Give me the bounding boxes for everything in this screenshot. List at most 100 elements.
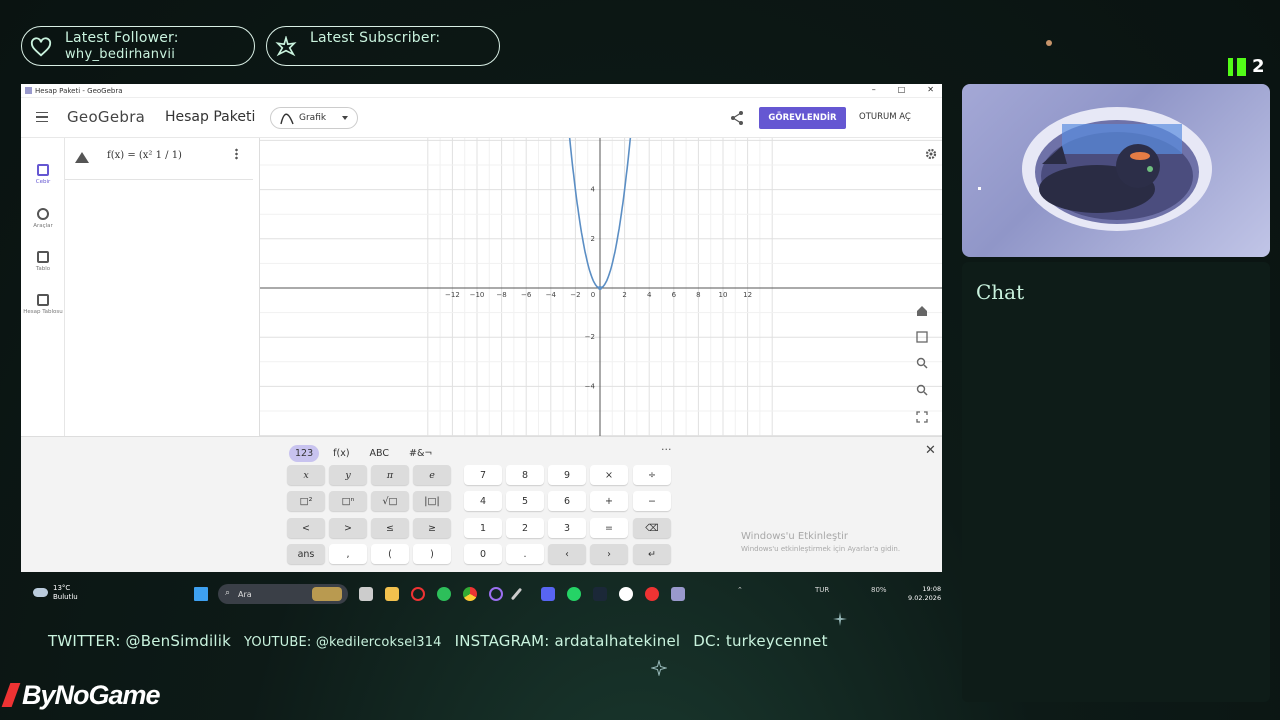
weather-temp: 13°C (53, 584, 71, 592)
key-3-6[interactable]: ‹ (548, 544, 586, 564)
rail-item-table[interactable]: Tablo (21, 251, 65, 272)
follower-name: why_bedirhanvii (65, 47, 176, 62)
rail-item-algebra[interactable]: Cebir (21, 164, 65, 185)
assign-button[interactable]: GÖREVLENDİR (759, 107, 846, 129)
menu-icon[interactable] (36, 112, 48, 122)
key-0-4[interactable]: 7 (464, 465, 502, 485)
key-1-4[interactable]: 4 (464, 491, 502, 511)
language-indicator[interactable]: TUR (815, 586, 829, 594)
key-1-1[interactable]: □ⁿ (329, 491, 367, 511)
taskbar-search[interactable]: ⌕ Ara (218, 584, 348, 604)
keyboard-more-button[interactable]: ··· (661, 443, 672, 456)
viewer-count: 2 (1252, 56, 1265, 77)
clock-date: 9.02.2026 (908, 594, 942, 602)
key-0-1[interactable]: y (329, 465, 367, 485)
chat-app-icon[interactable] (437, 587, 451, 601)
x-tick-label: −6 (521, 291, 532, 299)
minimize-button[interactable]: – (872, 85, 876, 94)
tab-numbers[interactable]: 123 (289, 445, 320, 462)
key-1-0[interactable]: □² (287, 491, 325, 511)
fullscreen-icon[interactable] (916, 411, 928, 423)
key-1-5[interactable]: 5 (506, 491, 544, 511)
pen-icon[interactable] (510, 587, 523, 601)
key-3-7[interactable]: › (590, 544, 628, 564)
key-0-7[interactable]: × (590, 465, 628, 485)
key-2-1[interactable]: > (329, 518, 367, 538)
keyboard-close-button[interactable]: ✕ (925, 443, 936, 458)
whatsapp-icon[interactable] (567, 587, 581, 601)
key-1-6[interactable]: 6 (548, 491, 586, 511)
key-3-4[interactable]: 0 (464, 544, 502, 564)
steam-icon[interactable] (593, 587, 607, 601)
settings-gear-icon[interactable] (925, 148, 937, 160)
key-3-1[interactable]: , (329, 544, 367, 564)
key-2-0[interactable]: < (287, 518, 325, 538)
algebra-input-row[interactable]: f(x) = (x² 1 / 1) (65, 138, 253, 180)
taskbar-clock[interactable]: 19:08 9.02.2026 (908, 585, 941, 603)
key-0-8[interactable]: ÷ (633, 465, 671, 485)
task-view-icon[interactable] (359, 587, 373, 601)
graph-canvas[interactable]: −12 −10 −8 −6 −4 −2 0 2 4 6 8 10 12 4 2 −2 −4 (260, 138, 942, 436)
latest-subscriber-widget: Latest Subscriber: (266, 26, 500, 66)
zoom-fit-icon[interactable] (916, 331, 928, 343)
bynogame-logo: ByNoGame (1, 680, 161, 711)
sparkle-outline-icon (651, 660, 667, 676)
zoom-out-icon[interactable] (916, 384, 928, 396)
key-0-3[interactable]: e (413, 465, 451, 485)
key-3-2[interactable]: ( (371, 544, 409, 564)
key-3-5[interactable]: . (506, 544, 544, 564)
rail-item-tools[interactable]: Araçlar (21, 208, 65, 229)
geogebra-taskbar-icon[interactable] (671, 587, 685, 601)
key-0-5[interactable]: 8 (506, 465, 544, 485)
clock-time: 19:08 (922, 585, 942, 593)
zoom-in-icon[interactable] (916, 357, 928, 369)
algebra-input[interactable]: f(x) = (x² 1 / 1) (107, 150, 182, 161)
home-icon[interactable] (916, 305, 928, 317)
tab-functions[interactable]: f(x) (327, 445, 355, 462)
graph-icon (280, 113, 294, 125)
key-2-7[interactable]: = (590, 518, 628, 538)
key-0-2[interactable]: π (371, 465, 409, 485)
virtual-keyboard: 123 f(x) ABC #&¬ ··· ✕ x y π e 7 8 9 × ÷ □² □ⁿ √□ |□… (21, 436, 942, 572)
chat-title: Chat (976, 280, 1025, 304)
maximize-button[interactable]: □ (898, 85, 906, 94)
obs-icon[interactable] (619, 587, 633, 601)
discord-icon[interactable] (541, 587, 555, 601)
key-3-3[interactable]: ) (413, 544, 451, 564)
key-2-6[interactable]: 3 (548, 518, 586, 538)
key-2-4[interactable]: 1 (464, 518, 502, 538)
opera-icon[interactable] (411, 587, 425, 601)
tab-letters[interactable]: ABC (364, 445, 395, 462)
file-explorer-icon[interactable] (385, 587, 399, 601)
social-links-bar: TWITTER: @BenSimdilik YOUTUBE: @kedilerc… (48, 632, 836, 650)
view-selector[interactable]: Grafik (270, 107, 358, 129)
key-2-5[interactable]: 2 (506, 518, 544, 538)
tray-chevron-icon[interactable]: ⌃ (737, 586, 743, 594)
key-1-2[interactable]: √□ (371, 491, 409, 511)
share-icon[interactable] (729, 110, 745, 126)
key-2-3[interactable]: ≥ (413, 518, 451, 538)
key-1-8[interactable]: − (633, 491, 671, 511)
key-2-8[interactable]: ⌫ (633, 518, 671, 538)
key-0-6[interactable]: 9 (548, 465, 586, 485)
tab-symbols[interactable]: #&¬ (403, 445, 438, 462)
record-app-icon[interactable] (645, 587, 659, 601)
key-3-0[interactable]: ans (287, 544, 325, 564)
key-1-7[interactable]: + (590, 491, 628, 511)
graphics-view[interactable]: −12 −10 −8 −6 −4 −2 0 2 4 6 8 10 12 4 2 −2 −4 (260, 138, 942, 436)
login-button[interactable]: OTURUM AÇ (859, 112, 911, 122)
rail-item-spreadsheet[interactable]: Hesap Tablosu (21, 294, 65, 315)
battery-indicator[interactable]: 80% (871, 586, 887, 594)
windows-start-icon[interactable] (194, 587, 208, 601)
warning-icon (75, 152, 89, 163)
key-3-8[interactable]: ↵ (633, 544, 671, 564)
app-icon-purple[interactable] (489, 587, 503, 601)
key-0-0[interactable]: x (287, 465, 325, 485)
geogebra-logo: GeoGebra (67, 108, 146, 126)
key-1-3[interactable]: |□| (413, 491, 451, 511)
close-window-button[interactable]: ✕ (927, 85, 934, 94)
chrome-icon[interactable] (463, 587, 477, 601)
more-options-icon[interactable] (235, 148, 238, 160)
x-tick-label: 12 (743, 291, 752, 299)
key-2-2[interactable]: ≤ (371, 518, 409, 538)
